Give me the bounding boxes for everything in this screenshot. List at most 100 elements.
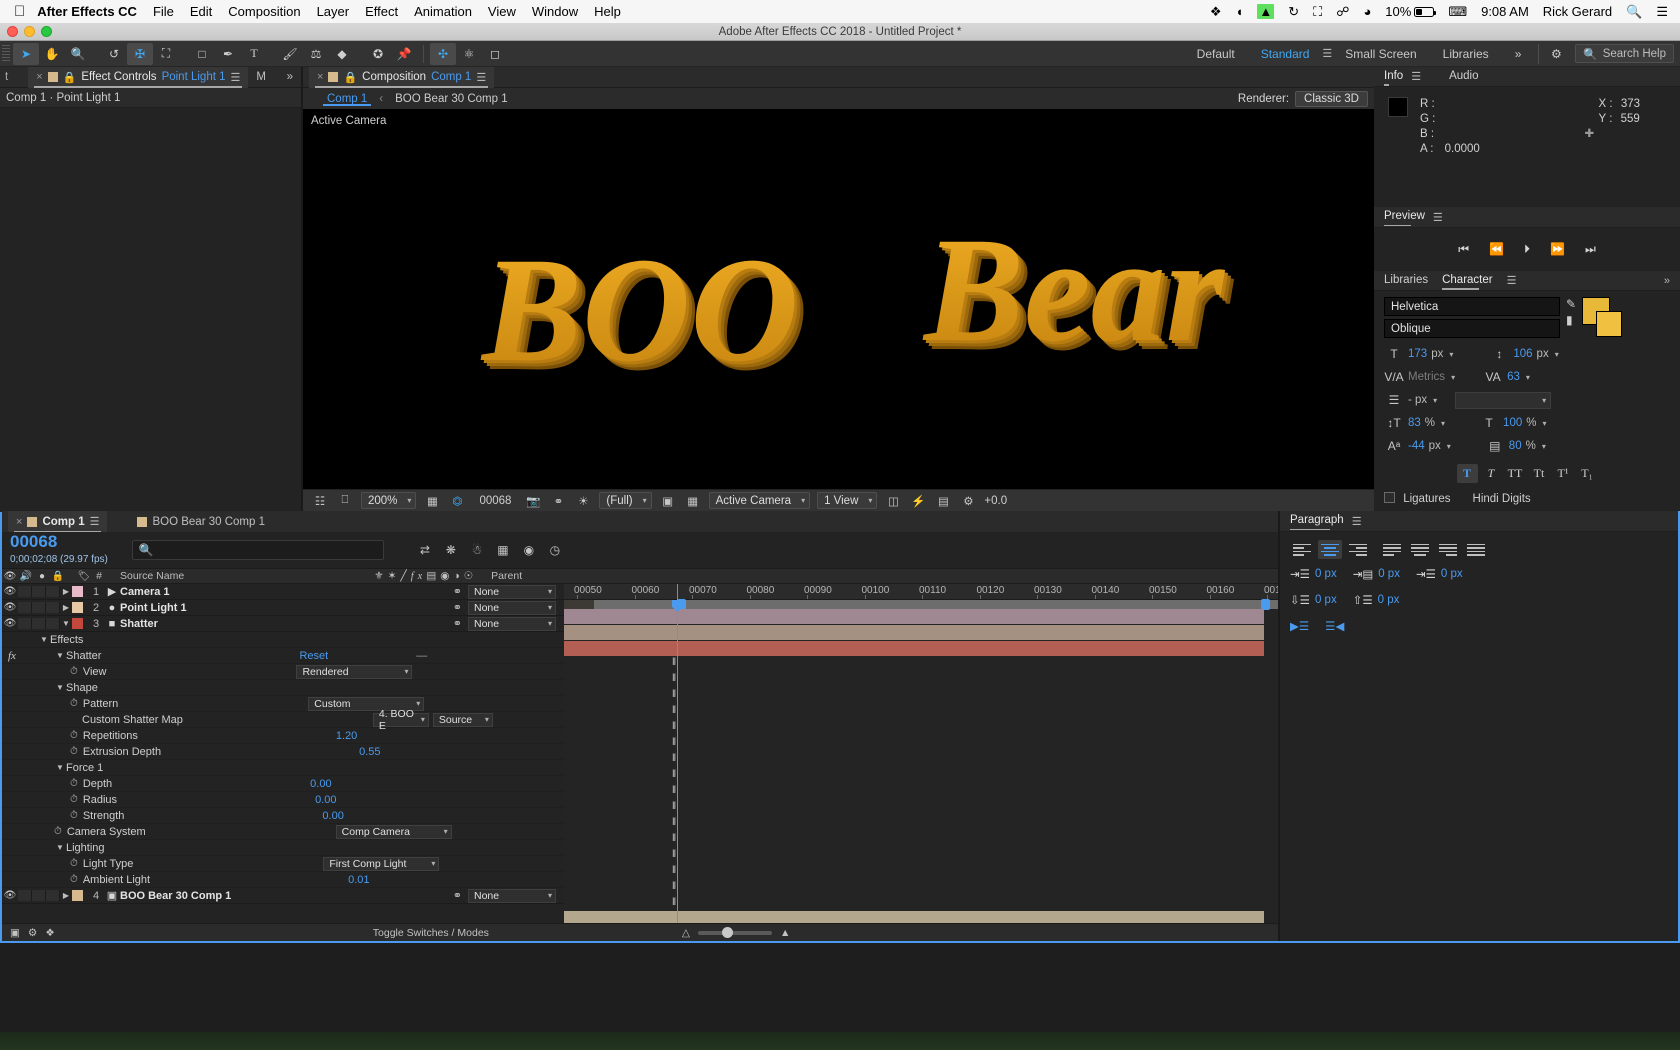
selection-tool[interactable]: ➤ <box>13 42 39 65</box>
brush-tool[interactable]: 🖌 <box>277 43 303 65</box>
previous-frame-button[interactable]: ⏪ <box>1489 242 1504 256</box>
property-expand-arrow[interactable]: ▼ <box>38 635 50 644</box>
parent-select[interactable]: None ▾ <box>468 616 556 631</box>
stopwatch-icon[interactable]: ⏱ <box>70 794 78 805</box>
panel-menu-icon[interactable]: ☰ <box>231 71 241 84</box>
table-row[interactable]: 👁 ▶ 1 ▶ Camera 1 ⚭ None ▾ <box>2 584 564 600</box>
layer-audio-toggle[interactable] <box>18 890 32 901</box>
property-dropdown[interactable]: Comp Camera ▾ <box>335 824 452 839</box>
layer-expand-arrow[interactable]: ▶ <box>60 603 72 612</box>
small-caps-button[interactable]: Tt <box>1529 464 1550 483</box>
stopwatch-icon[interactable]: ⏱ <box>70 666 78 677</box>
layer-visibility-toggle[interactable]: 👁 <box>2 586 18 597</box>
chevron-down-icon[interactable]: ▾ <box>1441 419 1445 428</box>
property-expand-arrow[interactable]: ▼ <box>54 651 66 660</box>
parent-pickwhip-icon[interactable]: ⚭ <box>453 889 462 902</box>
tab-composition[interactable]: × 🔒 Composition Comp 1 ☰ <box>309 66 495 88</box>
layer-expand-arrow[interactable]: ▶ <box>60 587 72 596</box>
panel-overflow-icon[interactable]: » <box>279 67 301 88</box>
property-dropdown-source[interactable]: Source ▾ <box>432 712 493 727</box>
all-caps-button[interactable]: TT <box>1505 464 1526 483</box>
notification-center-icon[interactable]: ☰ <box>1656 4 1668 20</box>
parent-select[interactable]: None ▾ <box>468 888 556 903</box>
stopwatch-icon[interactable]: ⏱ <box>54 826 62 837</box>
layer-duration-bar[interactable] <box>564 641 1264 656</box>
property-row[interactable]: ▼ Lighting <box>2 840 564 856</box>
menu-file[interactable]: File <box>153 4 174 19</box>
work-area-bar[interactable] <box>564 599 1278 610</box>
faux-italic-button[interactable]: T <box>1481 464 1502 483</box>
workspace-standard[interactable]: Standard <box>1248 41 1323 67</box>
justify-last-left-button[interactable] <box>1380 540 1404 559</box>
property-keyframe-marker[interactable]: ‖ <box>672 833 676 844</box>
subtab-boo-bear[interactable]: BOO Bear 30 Comp 1 <box>387 93 516 105</box>
property-row[interactable]: ⏱ Extrusion Depth 0.55 <box>2 744 564 760</box>
panel-menu-icon[interactable]: ☰ <box>1411 70 1421 83</box>
chevron-down-icon[interactable]: ▾ <box>1447 442 1451 451</box>
menubar-clock[interactable]: 9:08 AM <box>1481 4 1529 19</box>
stopwatch-icon[interactable]: ⏱ <box>70 746 78 757</box>
layer-audio-toggle[interactable] <box>18 586 32 597</box>
airplay-icon[interactable]: ⛶ <box>1313 4 1322 20</box>
toggle-switches-modes-button[interactable]: Toggle Switches / Modes <box>373 927 489 939</box>
property-dropdown[interactable]: Rendered ▾ <box>296 664 413 679</box>
ltr-direction-button[interactable]: ▶☰ <box>1290 619 1309 633</box>
property-keyframe-marker[interactable]: ‖ <box>672 657 676 668</box>
superscript-button[interactable]: T¹ <box>1553 464 1574 483</box>
baseline-shift-value[interactable]: -44 <box>1408 440 1425 452</box>
property-keyframe-marker[interactable]: ‖ <box>672 673 676 684</box>
chevron-down-icon[interactable]: ▾ <box>1542 442 1546 451</box>
timeline-grid[interactable]: 00050 00060 00070 00080 00090 00100 00110 00120… <box>564 584 1278 923</box>
shape-tool[interactable]: □ <box>189 43 215 65</box>
chevron-down-icon[interactable]: ▾ <box>1433 396 1437 405</box>
layer-label-color[interactable] <box>72 890 83 901</box>
view-layout-select[interactable]: 1 View ▾ <box>817 492 878 509</box>
property-row[interactable]: ⏱ Strength 0.00 <box>2 808 564 824</box>
region-of-interest-icon[interactable]: ⎕ <box>336 492 354 509</box>
current-time-indicator[interactable] <box>677 584 678 923</box>
lock-icon[interactable]: 🔒 <box>63 71 77 84</box>
panel-menu-icon[interactable]: ☰ <box>1433 211 1443 224</box>
composition-viewer[interactable]: Active Camera BOO BOO BOO BOO Bear Bear … <box>303 109 1374 489</box>
pixel-aspect-icon[interactable]: ◫ <box>884 492 902 509</box>
property-row[interactable]: Custom Shatter Map 4. BOO E ▾ Source ▾ <box>2 708 564 732</box>
stopwatch-icon[interactable]: ⏱ <box>70 858 78 869</box>
menu-view[interactable]: View <box>488 4 516 19</box>
property-keyframe-marker[interactable]: ‖ <box>672 785 676 796</box>
indent-left-control[interactable]: ⇥☰ 0 px <box>1290 567 1337 581</box>
tab-timeline-boo-bear[interactable]: BOO Bear 30 Comp 1 <box>129 511 273 532</box>
composition-mini-flowchart-icon[interactable]: ⇄ <box>414 539 436 561</box>
snapshot-camera-icon[interactable]: 📷 <box>524 492 542 509</box>
property-row[interactable]: ⏱ Camera System Comp Camera ▾ <box>2 824 564 840</box>
tab-libraries[interactable]: Libraries <box>1384 274 1428 288</box>
eyedropper-icon[interactable]: ✎ <box>1566 297 1576 311</box>
property-value[interactable]: 0.00 <box>322 810 343 822</box>
stopwatch-icon[interactable]: ⏱ <box>70 810 78 821</box>
layer-name[interactable]: Point Light 1 <box>120 602 187 614</box>
property-keyframe-marker[interactable]: ‖ <box>672 689 676 700</box>
universal-camera-icon[interactable]: ✣ <box>430 42 456 65</box>
always-preview-icon[interactable]: ☷ <box>311 492 329 509</box>
search-help-box[interactable]: 🔍 Search Help <box>1575 44 1674 63</box>
frame-blending-icon[interactable]: ▦ <box>492 539 514 561</box>
property-dropdown[interactable]: 4. BOO E ▾ <box>372 708 429 732</box>
layer-lock-toggle[interactable] <box>46 586 60 597</box>
menu-animation[interactable]: Animation <box>414 4 472 19</box>
property-row[interactable]: ⏱ Light Type First Comp Light ▾ <box>2 856 564 872</box>
property-value[interactable]: 0.01 <box>348 874 369 886</box>
leading-value[interactable]: 106 <box>1513 348 1532 360</box>
stopwatch-icon[interactable]: ⏱ <box>70 874 78 885</box>
property-row[interactable]: ⏱ Ambient Light 0.01 <box>2 872 564 888</box>
layer-name[interactable]: BOO Bear 30 Comp 1 <box>120 890 231 902</box>
lock-icon[interactable]: 🔒 <box>343 71 357 84</box>
menu-help[interactable]: Help <box>594 4 621 19</box>
property-keyframe-marker[interactable]: ‖ <box>672 753 676 764</box>
close-icon[interactable]: × <box>36 71 42 83</box>
chevron-down-icon[interactable]: ▾ <box>1542 419 1546 428</box>
chevron-down-icon[interactable]: ▾ <box>1555 350 1559 359</box>
exposure-value[interactable]: +0.0 <box>984 495 1007 507</box>
panel-overflow-icon[interactable]: » <box>1664 275 1670 287</box>
property-keyframe-marker[interactable]: ‖ <box>672 737 676 748</box>
hand-tool[interactable]: ✋ <box>39 43 65 65</box>
renderer-value[interactable]: Classic 3D <box>1295 90 1368 107</box>
